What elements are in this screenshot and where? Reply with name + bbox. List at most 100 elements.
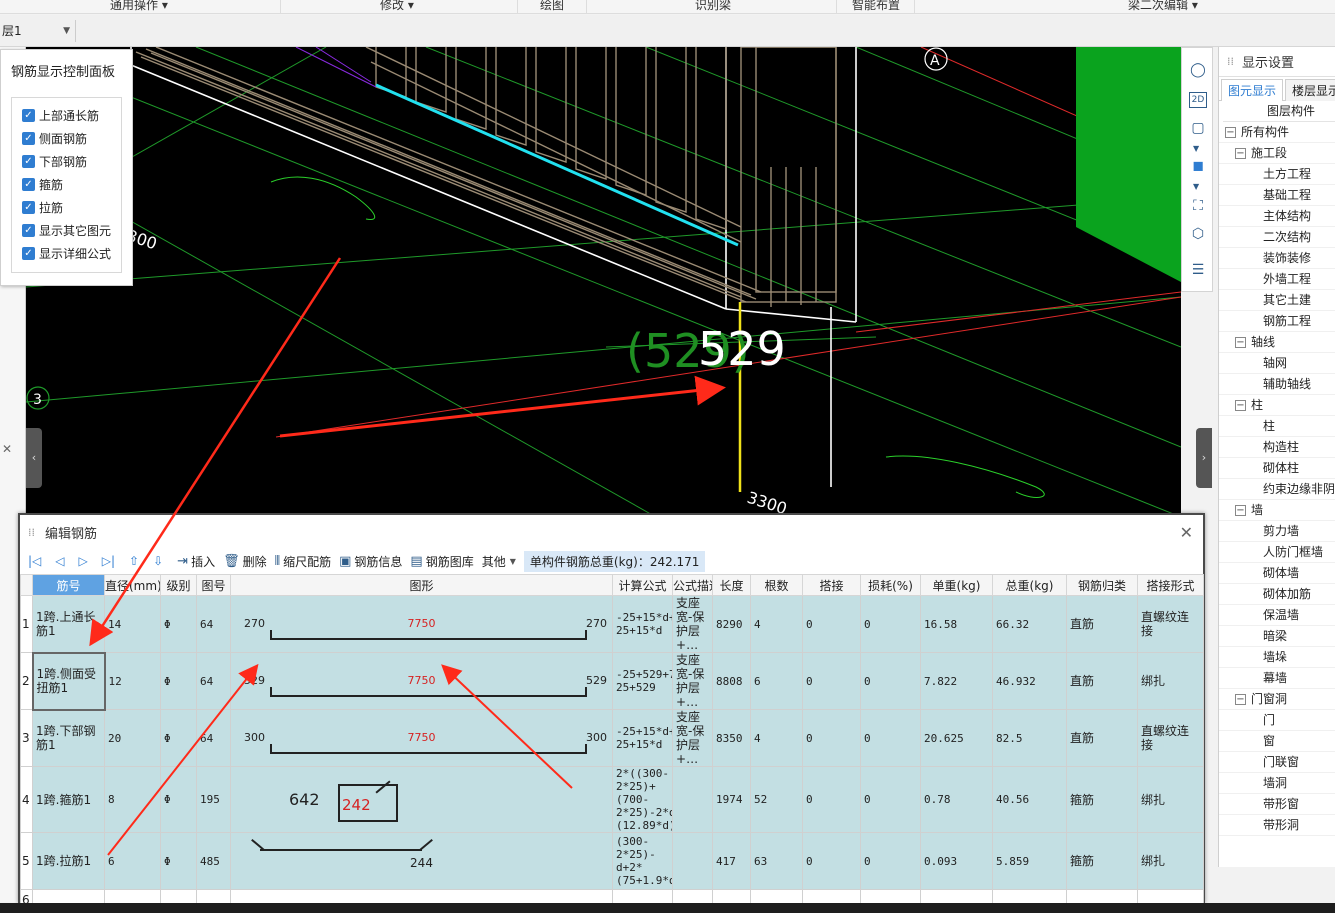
column-header[interactable]: 图号	[196, 574, 231, 596]
checkbox-checked-icon[interactable]: ✓	[22, 224, 35, 237]
chevron-down-icon[interactable]: ▼	[1193, 182, 1199, 191]
layer-tree-item[interactable]: 墙垛	[1219, 647, 1335, 668]
delete-button[interactable]: 🗑 删除	[223, 553, 267, 570]
cell-count[interactable]: 6	[750, 652, 804, 710]
layer-tree-item[interactable]: 柱	[1219, 416, 1335, 437]
column-header[interactable]: 单重(kg)	[920, 574, 994, 596]
cell-bar-name[interactable]: 1跨.下部钢筋1	[32, 709, 105, 767]
prev-record-icon[interactable]: ◁	[55, 554, 64, 568]
layer-tree-item[interactable]: 二次结构	[1219, 227, 1335, 248]
next-record-icon[interactable]: ▷	[79, 554, 88, 568]
checkbox-checked-icon[interactable]: ✓	[22, 178, 35, 191]
cell-length[interactable]: 8290	[712, 595, 752, 653]
layer-tree-item[interactable]: 构造柱	[1219, 437, 1335, 458]
cell-grade[interactable]: Φ	[160, 709, 197, 767]
cell-shape[interactable]: 270 7750 270	[229, 595, 614, 653]
row-number[interactable]: 3	[20, 709, 33, 767]
layer-tree-item[interactable]: − 柱	[1219, 395, 1335, 416]
cell-bar-type[interactable]: 直筋	[1066, 652, 1139, 710]
column-header[interactable]: 直径(mm)	[104, 574, 161, 596]
cell-formula[interactable]: -25+15*d+7800-25+15*d	[612, 709, 674, 767]
layer-tree-item[interactable]: 外墙工程	[1219, 269, 1335, 290]
cell-bar-name[interactable]: 1跨.上通长筋1	[32, 595, 105, 653]
properties-icon[interactable]: ☰	[1188, 260, 1208, 280]
column-header[interactable]: 搭接形式	[1137, 574, 1205, 596]
grip-icon[interactable]: ⁞⁞	[28, 526, 35, 539]
collapse-toggle-icon[interactable]: −	[1235, 694, 1246, 705]
cube-wire-icon[interactable]: ▢	[1188, 118, 1208, 138]
cell-length[interactable]: 417	[712, 832, 752, 890]
toggle-top-through-bar[interactable]: ✓ 上部通长筋	[22, 104, 121, 127]
chevron-down-icon[interactable]: ▼	[1193, 144, 1199, 153]
cell-formula-desc[interactable]: 支座宽-保护层+…	[672, 709, 714, 767]
cell-lap[interactable]: 0	[802, 595, 862, 653]
cell-lap-form[interactable]: 直螺纹连接	[1137, 595, 1205, 653]
cell-formula[interactable]: -25+529+7800-25+529	[612, 652, 674, 710]
layer-tree-item[interactable]: − 所有构件	[1219, 122, 1335, 143]
cell-diameter[interactable]: 20	[104, 709, 161, 767]
fit-view-icon[interactable]: ⛶	[1188, 196, 1208, 216]
cell-loss[interactable]: 0	[860, 595, 922, 653]
column-header[interactable]: 公式描述	[672, 574, 714, 596]
ribbon-group-draw[interactable]: 绘图	[540, 0, 564, 13]
layer-tree-item[interactable]: 门	[1219, 710, 1335, 731]
cell-total-weight[interactable]: 66.32	[992, 595, 1068, 653]
column-header[interactable]: 钢筋归类	[1066, 574, 1139, 596]
layer-tree-item[interactable]: 墙洞	[1219, 773, 1335, 794]
toggle-detailed-formula[interactable]: ✓ 显示详细公式	[22, 242, 121, 265]
column-header[interactable]: 搭接	[802, 574, 862, 596]
layer-tree-item[interactable]: 钢筋工程	[1219, 311, 1335, 332]
toggle-stirrup[interactable]: ✓ 箍筋	[22, 173, 121, 196]
layer-tree-item[interactable]: 轴网	[1219, 353, 1335, 374]
cell-lap[interactable]: 0	[802, 709, 862, 767]
cell-length[interactable]: 1974	[712, 766, 752, 833]
cell-formula[interactable]: 2*((300-2*25)+(700-2*25)-2*d)+2*(12.89*d…	[612, 766, 674, 833]
cell-grade[interactable]: Φ	[160, 595, 197, 653]
floor-select[interactable]: 层1 ▼	[0, 20, 76, 42]
layer-tree-item[interactable]: 暗梁	[1219, 626, 1335, 647]
column-header[interactable]: 计算公式	[612, 574, 674, 596]
cell-total-weight[interactable]: 46.932	[992, 652, 1068, 710]
layer-tree-item[interactable]: 主体结构	[1219, 206, 1335, 227]
row-number[interactable]: 4	[20, 766, 33, 833]
move-up-icon[interactable]: ⇧	[129, 554, 139, 568]
table-row[interactable]: 4 1跨.箍筋1 8 Φ 195 642 242 2*((300-2*25)+(700-2*2…	[20, 766, 1205, 833]
column-header[interactable]: 损耗(%)	[860, 574, 922, 596]
ribbon-group-identify-beam[interactable]: 识别梁	[695, 0, 731, 13]
cell-unit-weight[interactable]: 7.822	[920, 652, 994, 710]
layer-tree-item[interactable]: − 门窗洞	[1219, 689, 1335, 710]
layer-tree-item[interactable]: 其它土建	[1219, 290, 1335, 311]
insert-button[interactable]: ⇥ 插入	[177, 553, 215, 570]
checkbox-checked-icon[interactable]: ✓	[22, 155, 35, 168]
row-number[interactable]: 2	[20, 652, 33, 710]
cell-bar-name[interactable]: 1跨.箍筋1	[32, 766, 105, 833]
first-record-icon[interactable]: |◁	[28, 554, 41, 568]
ribbon-group-modify[interactable]: 修改 ▾	[380, 0, 414, 13]
cell-formula[interactable]: -25+15*d+7800-25+15*d	[612, 595, 674, 653]
column-header[interactable]: 根数	[750, 574, 804, 596]
collapse-toggle-icon[interactable]: −	[1235, 148, 1246, 159]
collapse-toggle-icon[interactable]: −	[1225, 127, 1236, 138]
cell-lap[interactable]: 0	[802, 766, 862, 833]
cell-diameter[interactable]: 12	[104, 652, 161, 710]
layer-tree-item[interactable]: − 墙	[1219, 500, 1335, 521]
cell-loss[interactable]: 0	[860, 652, 922, 710]
layer-tree-item[interactable]: − 施工段	[1219, 143, 1335, 164]
layer-tree-item[interactable]: 装饰装修	[1219, 248, 1335, 269]
checkbox-checked-icon[interactable]: ✓	[22, 109, 35, 122]
collapse-toggle-icon[interactable]: −	[1235, 505, 1246, 516]
cell-figure-no[interactable]: 64	[196, 595, 231, 653]
cell-bar-type[interactable]: 直筋	[1066, 709, 1139, 767]
collapse-toggle-icon[interactable]: −	[1235, 337, 1246, 348]
cell-loss[interactable]: 0	[860, 832, 922, 890]
cell-grade[interactable]: Φ	[160, 652, 197, 710]
cell-lap-form[interactable]: 绑扎	[1137, 766, 1205, 833]
collapse-toggle-icon[interactable]: −	[1235, 400, 1246, 411]
cell-count[interactable]: 63	[750, 832, 804, 890]
cell-formula-desc[interactable]	[672, 766, 714, 833]
table-row[interactable]: 21跨.侧面受扭筋112Φ645297750529-25+529+7800-25…	[20, 651, 1205, 711]
column-header[interactable]: 筋号	[32, 574, 105, 596]
column-header[interactable]: 长度	[712, 574, 752, 596]
cell-figure-no[interactable]: 485	[196, 832, 231, 890]
rebar-info-button[interactable]: ▣ 钢筋信息	[339, 553, 402, 570]
